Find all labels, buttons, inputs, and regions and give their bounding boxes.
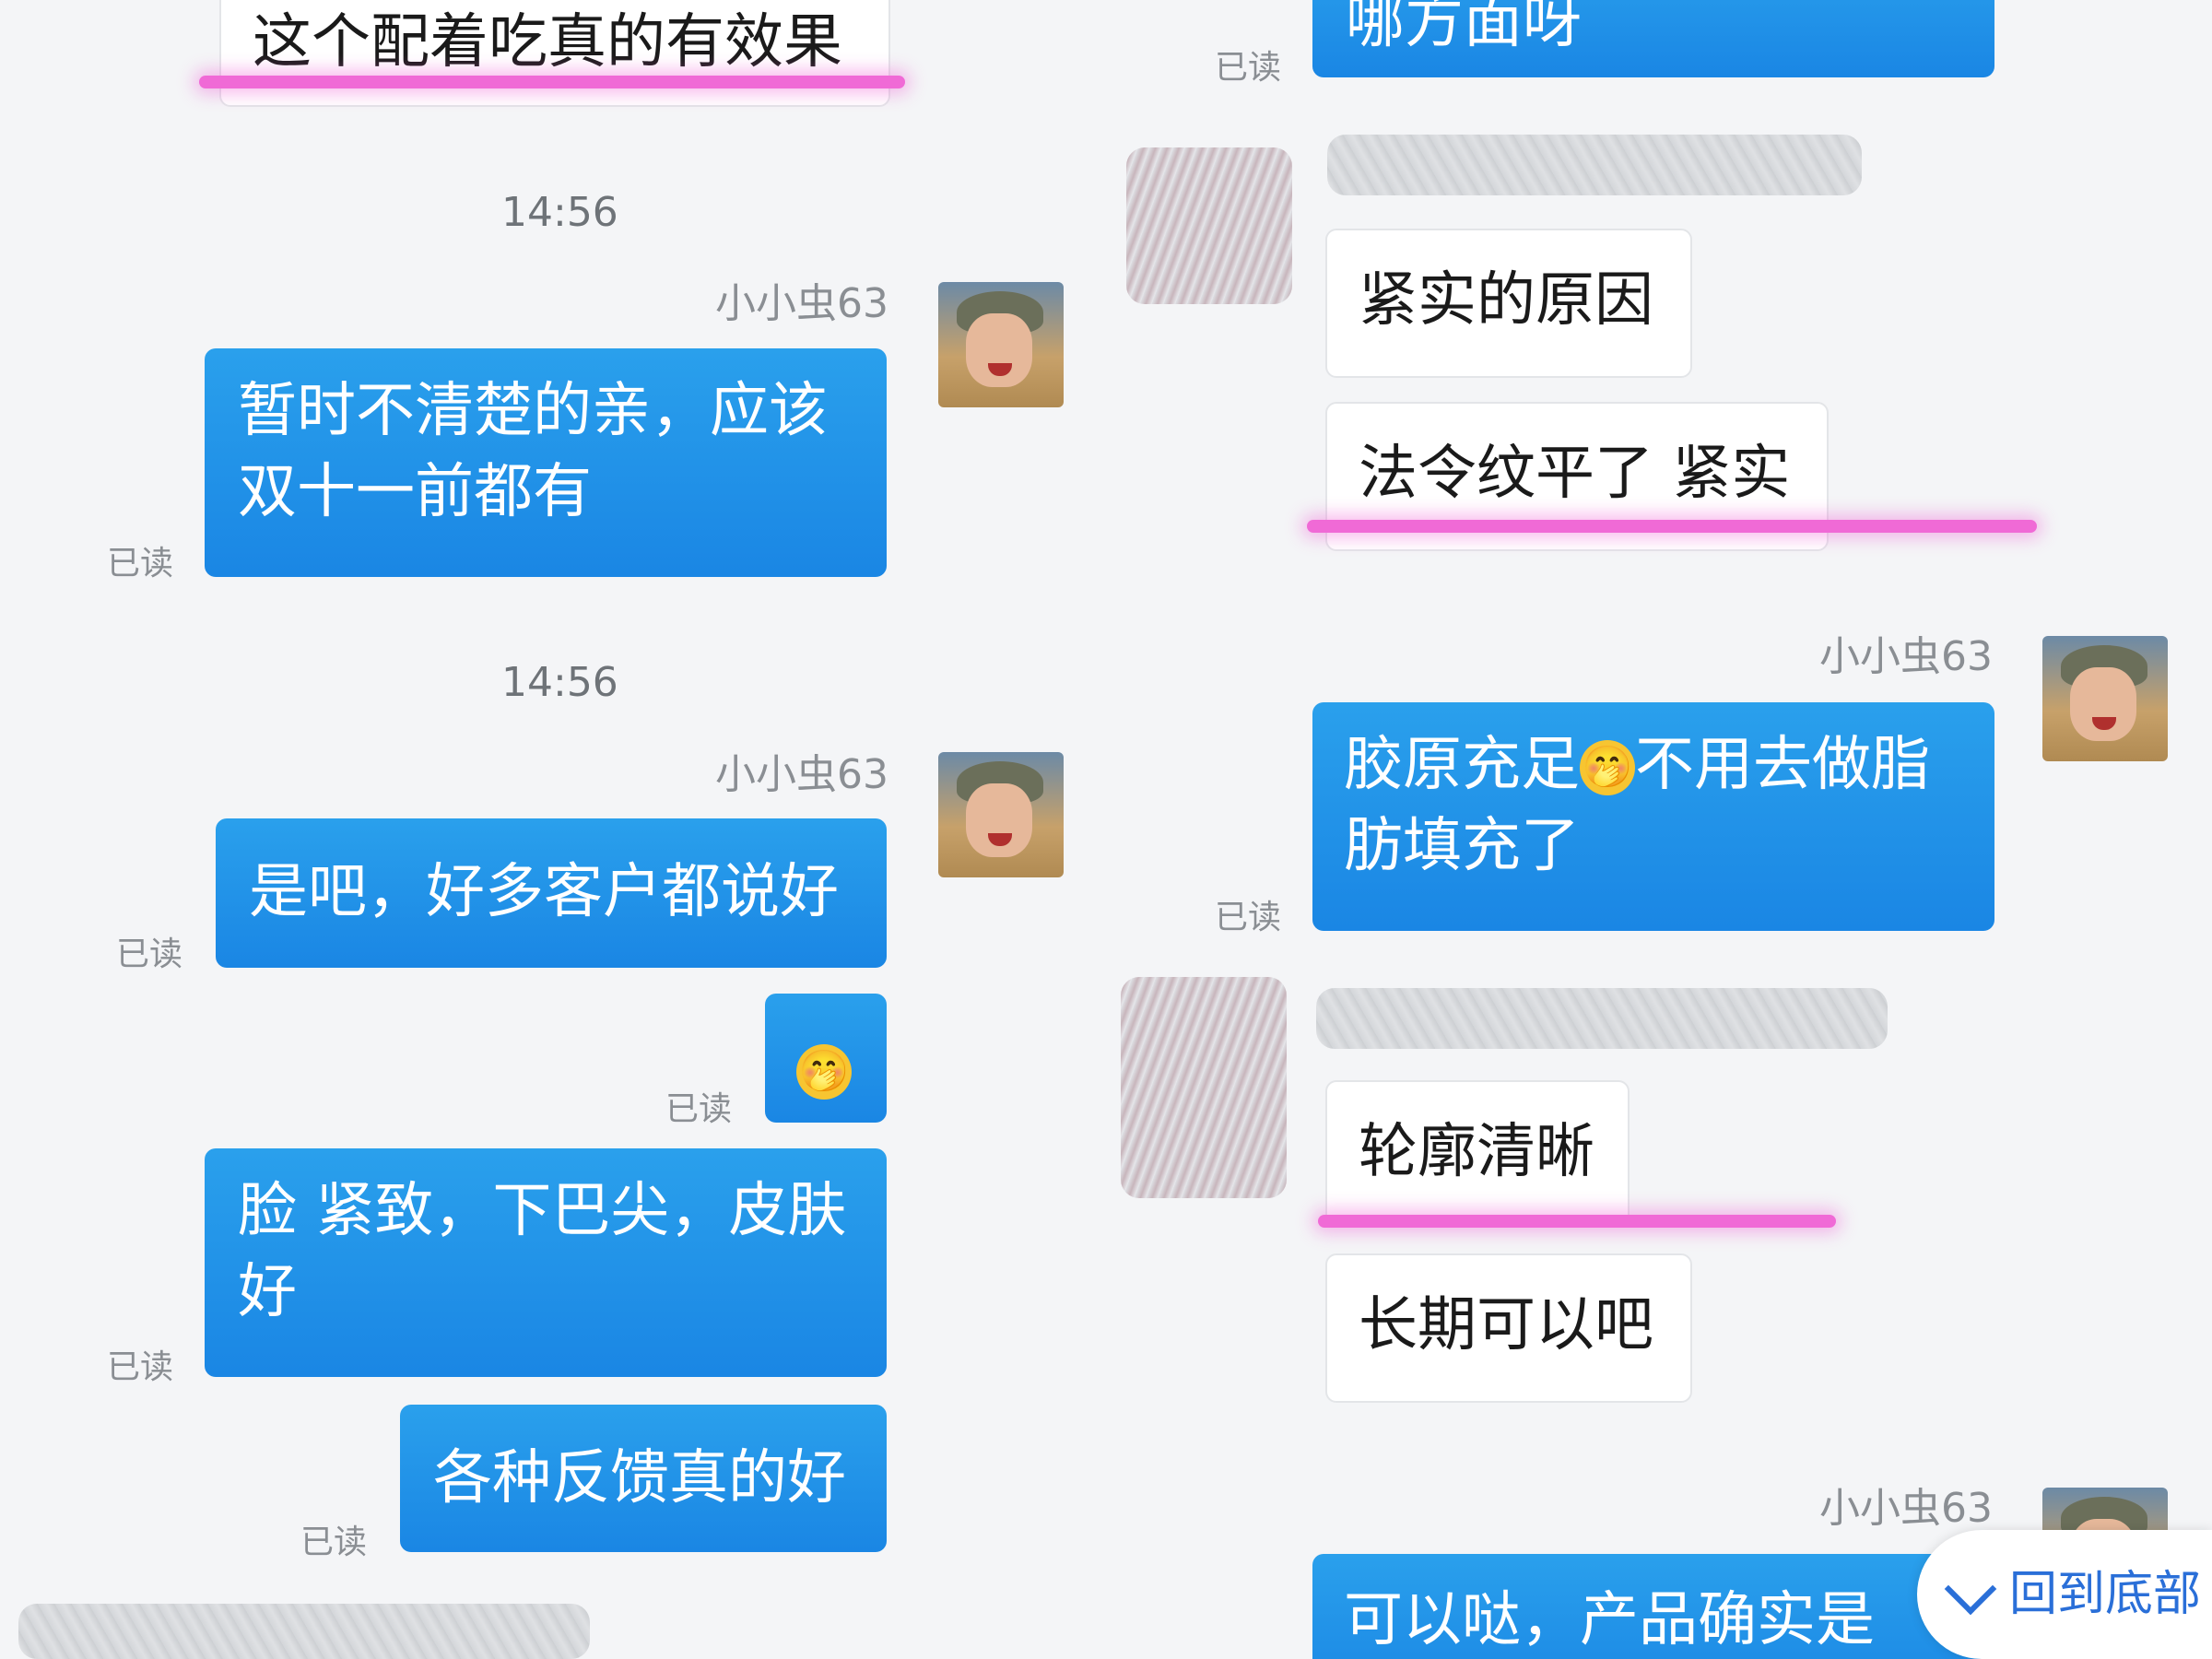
blurred-avatar [1121,977,1287,1198]
chevron-down-icon [1944,1562,1997,1616]
blurred-sender-name [1316,988,1888,1049]
sender-name: 小小虫63 [715,280,888,327]
received-message[interactable]: 长期可以吧 [1325,1253,1692,1403]
smirk-emoji-icon: 🤭 [796,1044,852,1100]
read-status: 已读 [1215,899,1282,936]
read-status: 已读 [116,935,183,973]
sender-name: 小小虫63 [1819,1485,1993,1532]
sent-message[interactable]: 脸 紧致，下巴尖，皮肤 好 [205,1148,887,1377]
smirk-emoji-icon: 🤭 [1580,740,1635,796]
message-text: 这个配着吃真的有效果 [253,8,842,76]
message-text: 不用去做脂 [1635,731,1930,799]
sent-message[interactable]: 可以哒，产品确实是 [1312,1554,1994,1659]
message-text: 长期可以吧 [1359,1291,1653,1359]
read-status: 已读 [300,1524,368,1561]
read-status: 已读 [107,545,174,582]
avatar[interactable] [938,752,1064,877]
avatar-face [966,313,1032,387]
message-text: 各种反馈真的好 [433,1444,846,1512]
message-line: 肪填充了 [1344,812,1580,880]
scroll-to-bottom-label: 回到底部 [2009,1567,2202,1622]
message-text: 紧实的原因 [1359,266,1653,335]
received-message[interactable]: 紧实的原因 [1325,229,1692,378]
timestamp: 14:56 [501,189,618,236]
message-text: 法令纹平了 紧实 [1359,440,1791,508]
blurred-sender-name [1327,135,1862,195]
blurred-region [18,1604,590,1659]
message-line: 双十一前都有 [238,458,592,526]
message-text: 哪方面呀 [1346,0,1582,56]
left-chat-panel: 这个配着吃真的有效果 14:56 小小虫63 暂时不清楚的亲，应该 双十一前都有… [0,0,1106,1659]
sent-message[interactable]: 哪方面呀 [1312,0,1994,77]
sent-message[interactable]: 各种反馈真的好 [400,1405,887,1552]
message-text: 轮廓清晰 [1359,1118,1594,1186]
message-line: 脸 紧致，下巴尖，皮肤 [238,1177,847,1245]
avatar-face [2070,667,2136,741]
read-status: 已读 [665,1090,733,1128]
message-text: 是吧，好多客户都说好 [249,858,839,926]
timestamp: 14:56 [501,659,618,706]
sent-emoji-message[interactable]: 🤭 [765,994,887,1123]
highlight-underline [1318,1215,1836,1228]
sender-name: 小小虫63 [1819,633,1993,680]
sender-name: 小小虫63 [715,751,888,798]
message-line: 暂时不清楚的亲，应该 [238,377,828,445]
blurred-avatar [1126,147,1292,304]
sent-message[interactable]: 是吧，好多客户都说好 [216,818,887,968]
right-chat-panel: 哪方面呀 已读 紧实的原因 法令纹平了 紧实 小小虫63 胶原充足🤭不用去做脂 … [1106,0,2212,1659]
avatar[interactable] [2042,636,2168,761]
avatar-face [966,783,1032,857]
message-text: 胶原充足 [1344,731,1580,799]
received-message[interactable]: 这个配着吃真的有效果 [219,0,890,107]
read-status: 已读 [107,1348,174,1386]
sent-message[interactable]: 胶原充足🤭不用去做脂 肪填充了 [1312,702,1994,931]
message-text: 可以哒，产品确实是 [1344,1586,1875,1654]
read-status: 已读 [1215,49,1282,87]
scroll-to-bottom-button[interactable]: 回到底部 [1917,1530,2212,1659]
message-line: 好 [238,1258,297,1326]
highlight-underline [1307,520,2037,533]
message-line: 胶原充足🤭不用去做脂 [1344,724,1963,806]
avatar[interactable] [938,282,1064,407]
highlight-underline [199,76,905,88]
sent-message[interactable]: 暂时不清楚的亲，应该 双十一前都有 [205,348,887,577]
received-message[interactable]: 轮廓清晰 [1325,1080,1630,1226]
